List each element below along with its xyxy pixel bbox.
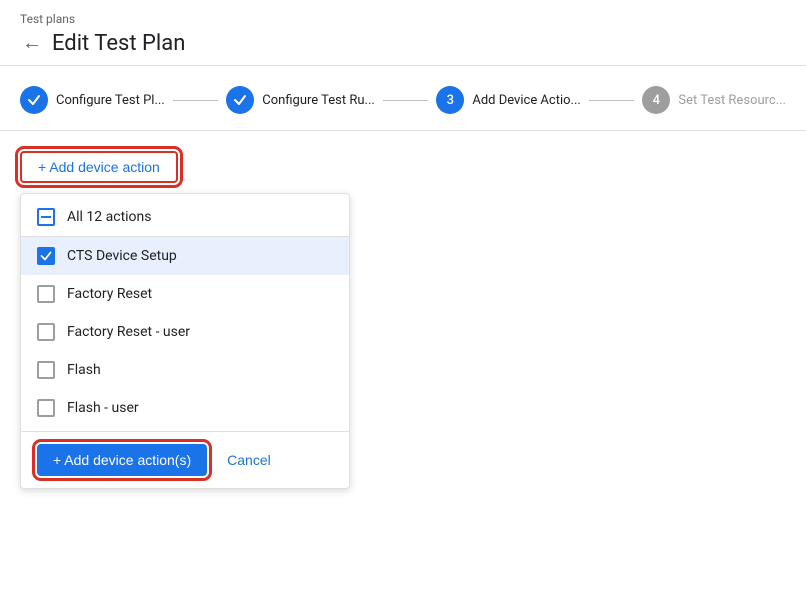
dropdown-item-factory-reset-label: Factory Reset (67, 286, 152, 302)
dropdown-item-all-label: All 12 actions (67, 209, 152, 225)
step-1: Configure Test Pl... (20, 86, 165, 114)
checkmark-icon-2 (233, 93, 247, 107)
step-connector-1 (173, 100, 219, 101)
back-button[interactable]: ← (20, 30, 44, 57)
add-device-actions-button[interactable]: + Add device action(s) (37, 444, 207, 476)
step-connector-3 (589, 100, 635, 101)
dropdown-item-factory-reset[interactable]: Factory Reset (21, 275, 349, 313)
indeterminate-indicator (41, 216, 51, 218)
step-3: 3 Add Device Actio... (436, 86, 581, 114)
page-title: Edit Test Plan (52, 31, 185, 56)
step-4-circle: 4 (642, 86, 670, 114)
page-container: Test plans ← Edit Test Plan Configure Te… (0, 0, 806, 596)
step-2-label: Configure Test Ru... (262, 93, 375, 108)
add-device-action-button[interactable]: + Add device action (20, 151, 178, 183)
dropdown-item-flash[interactable]: Flash (21, 351, 349, 389)
dropdown-item-all[interactable]: All 12 actions (21, 198, 349, 236)
step-1-circle (20, 86, 48, 114)
checkbox-flash (37, 361, 55, 379)
checkbox-factory-reset-user (37, 323, 55, 341)
dropdown-item-flash-user[interactable]: Flash - user (21, 389, 349, 427)
step-3-circle: 3 (436, 86, 464, 114)
step-2: Configure Test Ru... (226, 86, 375, 114)
step-connector-2 (383, 100, 429, 101)
check-icon-cts (40, 250, 52, 262)
cancel-button[interactable]: Cancel (223, 444, 275, 476)
dropdown-list: All 12 actions CTS Device Setup Factory (21, 194, 349, 431)
dropdown-item-flash-label: Flash (67, 362, 101, 378)
dropdown-item-factory-reset-user[interactable]: Factory Reset - user (21, 313, 349, 351)
step-4-number: 4 (653, 93, 660, 108)
checkbox-factory-reset (37, 285, 55, 303)
breadcrumb: Test plans (20, 12, 786, 26)
dropdown-footer: + Add device action(s) Cancel (21, 431, 349, 488)
header: Test plans ← Edit Test Plan (0, 0, 806, 66)
checkbox-flash-user (37, 399, 55, 417)
dropdown-panel: All 12 actions CTS Device Setup Factory (20, 193, 350, 489)
dropdown-item-cts-label: CTS Device Setup (67, 248, 177, 264)
step-3-number: 3 (447, 93, 454, 108)
dropdown-item-factory-reset-user-label: Factory Reset - user (67, 324, 190, 340)
title-row: ← Edit Test Plan (20, 30, 786, 57)
checkbox-cts (37, 247, 55, 265)
step-4: 4 Set Test Resourc... (642, 86, 786, 114)
stepper: Configure Test Pl... Configure Test Ru..… (0, 66, 806, 131)
dropdown-item-cts[interactable]: CTS Device Setup (21, 237, 349, 275)
step-1-label: Configure Test Pl... (56, 93, 165, 108)
checkbox-all (37, 208, 55, 226)
main-content: + Add device action All 12 actions (0, 131, 806, 596)
dropdown-item-flash-user-label: Flash - user (67, 400, 139, 416)
step-3-label: Add Device Actio... (472, 93, 581, 108)
step-4-label: Set Test Resourc... (678, 93, 786, 108)
step-2-circle (226, 86, 254, 114)
checkmark-icon (27, 93, 41, 107)
